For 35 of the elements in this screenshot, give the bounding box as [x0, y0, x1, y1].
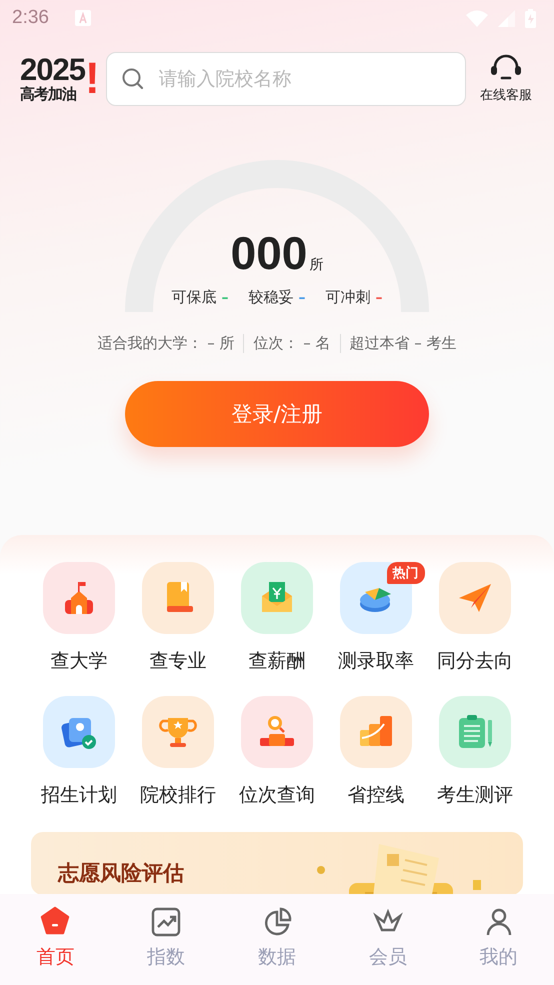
legend-value: –: [298, 290, 306, 306]
tool-button[interactable]: 查专业: [128, 562, 228, 674]
legend-label: 较稳妥: [248, 288, 294, 307]
customer-service-button[interactable]: 在线客服: [468, 54, 544, 104]
tool-button[interactable]: 省控线: [326, 696, 426, 808]
stat-text: 超过本省 – 考生: [340, 334, 466, 353]
logo-slogan: 高考加油: [20, 85, 77, 103]
report-banner[interactable]: 志愿风险评估: [31, 832, 523, 895]
tool-button[interactable]: 位次查询: [228, 696, 326, 808]
logo-year: 2025: [20, 55, 85, 85]
hot-badge: 热门: [386, 562, 424, 584]
legend-value: –: [376, 290, 382, 306]
tab-item[interactable]: 首页: [0, 894, 111, 985]
tool-button[interactable]: 查薪酬: [228, 562, 326, 674]
logo-exclamation: !: [84, 57, 100, 101]
tool-button[interactable]: 招生计划: [30, 696, 128, 808]
search-field[interactable]: 请输入院校名称: [106, 52, 466, 106]
tool-button[interactable]: 同分去向: [426, 562, 524, 674]
banner-title: 志愿风险评估: [58, 860, 184, 887]
stat-text: 位次： – 名: [243, 334, 340, 353]
status-time: 2:36: [12, 7, 49, 29]
school-count: 000: [230, 226, 308, 280]
chart-icon: [150, 906, 182, 938]
tool-button[interactable]: 热门 测录取率: [326, 562, 426, 674]
legend-value: –: [222, 290, 228, 306]
count-unit: 所: [309, 256, 324, 274]
tool-button[interactable]: 查大学: [30, 562, 128, 674]
legend-label: 可保底: [172, 288, 216, 307]
search-icon: [122, 68, 144, 90]
tool-button[interactable]: 考生测评: [426, 696, 524, 808]
legend-label: 可冲刺: [326, 288, 370, 307]
notification-icon: [74, 10, 91, 26]
stat-text: 适合我的大学： – 所: [96, 334, 236, 353]
battery-icon: [525, 8, 536, 28]
tool-button[interactable]: 院校排行: [128, 696, 228, 808]
